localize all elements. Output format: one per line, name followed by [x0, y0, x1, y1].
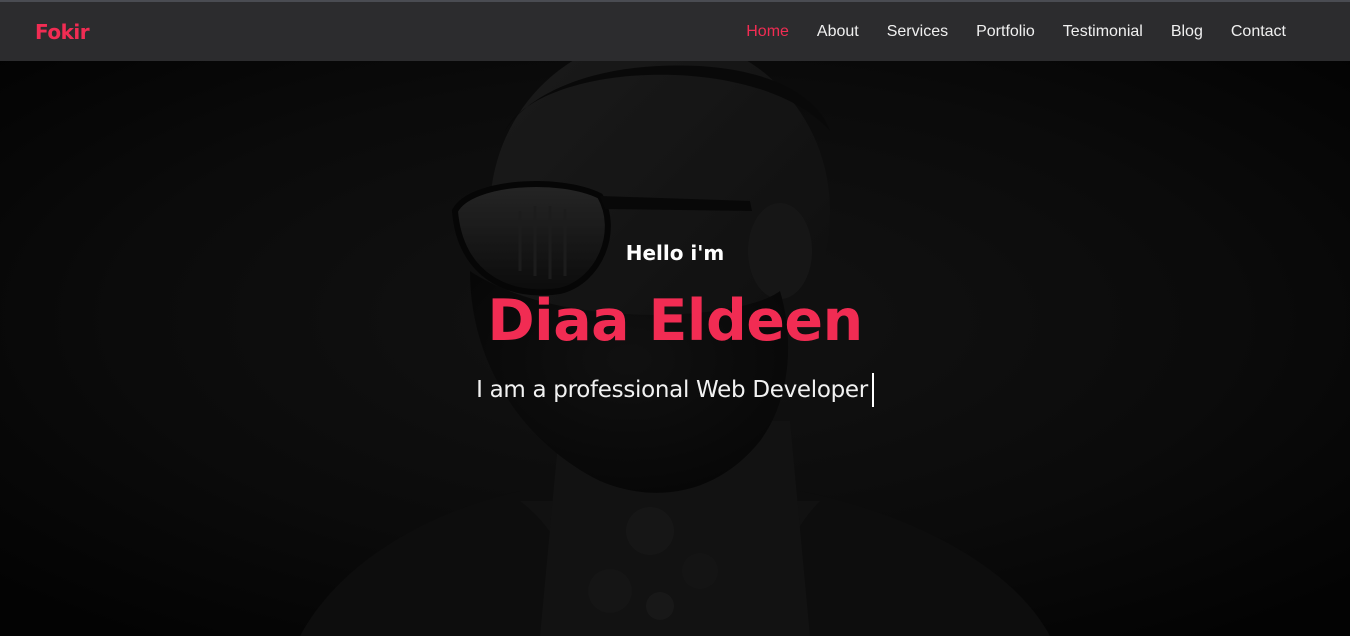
nav-testimonial-link[interactable]: Testimonial: [1063, 23, 1143, 41]
nav-about-link[interactable]: About: [817, 23, 859, 41]
site-logo[interactable]: Fokir: [35, 20, 90, 44]
typing-cursor: [871, 373, 874, 407]
hero-tagline: I am a professional Web Developer: [476, 377, 868, 403]
main-nav: Home About Services Portfolio Testimonia…: [718, 23, 1286, 41]
top-navbar: Fokir Home About Services Portfolio Test…: [0, 0, 1350, 61]
page: Fokir Home About Services Portfolio Test…: [0, 0, 1350, 636]
nav-home-link[interactable]: Home: [746, 23, 789, 41]
hero-section: Hello i'm Diaa Eldeen I am a professiona…: [0, 61, 1350, 636]
nav-portfolio-link[interactable]: Portfolio: [976, 23, 1035, 41]
nav-blog-link[interactable]: Blog: [1171, 23, 1203, 41]
nav-services-link[interactable]: Services: [887, 23, 948, 41]
nav-contact-link[interactable]: Contact: [1231, 23, 1286, 41]
hero-greeting: Hello i'm: [625, 241, 725, 265]
hero-content: Hello i'm Diaa Eldeen I am a professiona…: [0, 61, 1350, 636]
hero-tagline-wrap: I am a professional Web Developer: [0, 373, 1350, 407]
hero-name: Diaa Eldeen: [487, 288, 863, 354]
